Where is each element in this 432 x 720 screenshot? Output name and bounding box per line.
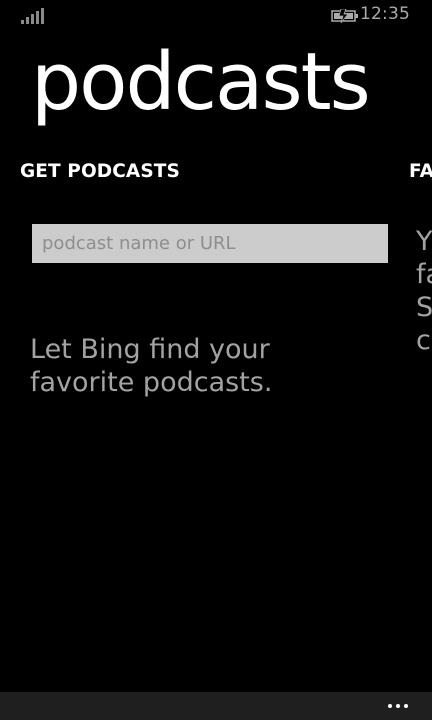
status-bar: 12:35 xyxy=(0,0,432,32)
pivot-header-get-podcasts[interactable]: GET PODCASTS xyxy=(20,161,180,182)
clock: 12:35 xyxy=(360,4,410,24)
podcast-search-input[interactable] xyxy=(32,224,388,263)
signal-strength-icon xyxy=(21,6,49,24)
pivot-header-favorites[interactable]: FAV xyxy=(409,161,432,182)
screen: 12:35 podcasts GET PODCASTS FAV Let Bing… xyxy=(0,0,432,720)
battery-charging-icon xyxy=(331,8,359,24)
bing-hint-text: Let Bing find your favorite podcasts. xyxy=(30,334,273,398)
ellipsis-icon xyxy=(388,704,392,708)
favorites-pivot-peek[interactable]: Y fa S c xyxy=(416,225,432,357)
application-bar xyxy=(0,692,432,720)
more-options-button[interactable] xyxy=(384,692,412,720)
app-title: podcasts xyxy=(31,36,371,128)
favorites-peek-text: Y fa S c xyxy=(416,226,432,356)
